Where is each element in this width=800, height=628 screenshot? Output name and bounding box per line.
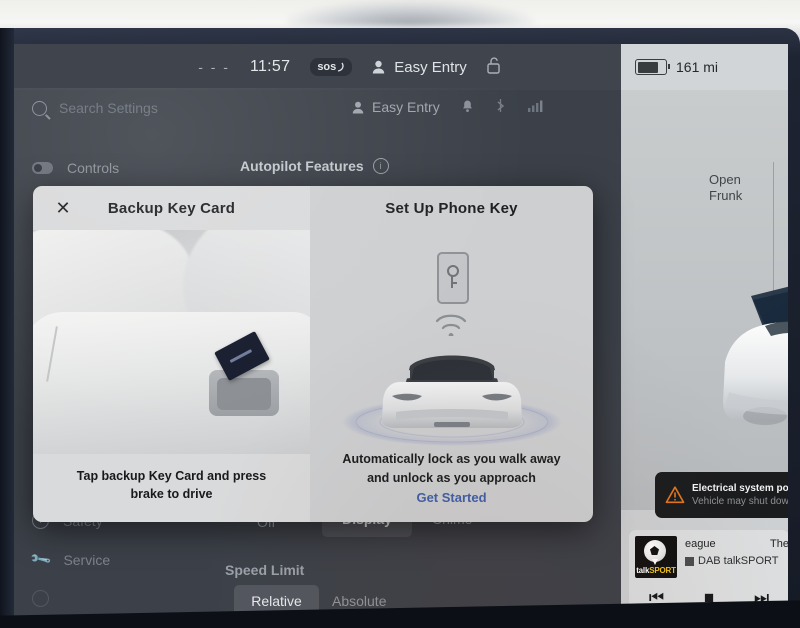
alert-title: Electrical system power	[692, 482, 788, 494]
speed-limit-label: Speed Limit	[225, 562, 305, 578]
bell-icon[interactable]	[462, 99, 473, 116]
segment-relative-label: Relative	[251, 593, 302, 609]
search-placeholder: Search Settings	[59, 100, 158, 116]
cup-holder	[209, 370, 279, 416]
lock-button[interactable]	[487, 56, 502, 78]
sos-arc-icon	[338, 62, 344, 72]
caption-line-1: Tap backup Key Card and press	[76, 468, 267, 483]
quick-profile-button[interactable]: Easy Entry	[352, 99, 440, 115]
person-icon	[352, 101, 364, 113]
battery-icon	[635, 59, 670, 75]
sidebar-item-partial[interactable]	[32, 590, 110, 607]
sidebar-item-label: Service	[63, 551, 111, 568]
reflection-blur	[285, 0, 535, 26]
unlocked-padlock-icon	[487, 56, 500, 74]
quick-profile-label: Easy Entry	[372, 99, 440, 115]
frunk-label-line2: Frunk	[709, 188, 743, 204]
caption-line-2: and unlock as you approach	[367, 470, 536, 485]
sos-button[interactable]: sos	[310, 58, 353, 76]
bluetooth-icon[interactable]	[495, 98, 506, 116]
now-playing-title: eague	[685, 538, 716, 550]
autopilot-features-header: Autopilot Features i	[240, 158, 389, 174]
warning-triangle-icon	[665, 486, 685, 504]
phone-key-caption: Automatically lock as you walk away and …	[324, 450, 579, 488]
backup-key-card-caption: Tap backup Key Card and press brake to d…	[33, 467, 310, 505]
tesla-touchscreen: - - - 11:57 sos Easy Entry Search Settin…	[12, 44, 788, 628]
logo-text-b: SPORT	[649, 566, 676, 575]
settings-sidebar-lower: ! Safety 🔧 Service	[29, 512, 111, 628]
clock: 11:57	[249, 58, 291, 75]
sidebar-item-service[interactable]: 🔧 Service	[29, 548, 111, 571]
placeholder-icon	[32, 590, 49, 607]
backup-key-card-header: ✕ Backup Key Card	[33, 186, 310, 230]
logo-pin-icon	[652, 559, 658, 565]
info-icon[interactable]: i	[372, 158, 389, 174]
caption-line-1: Automatically lock as you walk away	[342, 452, 561, 466]
dab-icon	[685, 556, 694, 566]
settings-quick-row: Easy Entry	[352, 98, 543, 116]
signal-bars-icon[interactable]	[527, 99, 543, 115]
left-bezel-edge	[0, 28, 14, 628]
status-dashes: - - -	[198, 59, 230, 75]
center-console-photo	[33, 230, 310, 454]
profile-label: Easy Entry	[394, 58, 467, 76]
close-icon[interactable]: ✕	[53, 198, 73, 218]
now-playing-title-right: The	[770, 538, 788, 550]
phone-with-key-icon	[437, 252, 469, 304]
wireless-waves-icon	[435, 314, 467, 336]
driver-profile-button[interactable]: Easy Entry	[372, 59, 467, 76]
battery-status: 161 mi	[621, 44, 788, 90]
search-icon	[32, 100, 47, 116]
wrench-icon: 🔧	[28, 547, 53, 571]
backup-key-card-pane: ✕ Backup Key Card Tap backup Key Card an…	[33, 186, 310, 522]
autopilot-features-label: Autopilot Features	[240, 158, 364, 174]
open-frunk-button[interactable]: Open Frunk	[709, 172, 742, 205]
key-glyph-icon	[447, 265, 459, 288]
battery-range-label: 161 mi	[676, 59, 719, 75]
toggle-icon	[32, 162, 53, 174]
search-settings-field[interactable]: Search Settings	[32, 100, 158, 116]
logo-text-a: talk	[636, 566, 650, 575]
tesla-3d-render	[723, 286, 788, 425]
photo-of-tesla-touchscreen: - - - 11:57 sos Easy Entry Search Settin…	[0, 0, 800, 628]
frunk-label-line1: Open	[709, 172, 741, 187]
key-setup-modal: ✕ Backup Key Card Tap backup Key Card an…	[33, 186, 593, 522]
now-playing-source: DAB talkSPORT	[698, 555, 779, 567]
set-up-phone-key-pane: Set Up Phone Key Automatically lock as y…	[310, 186, 593, 522]
talksport-logo-icon: talkSPORT	[635, 536, 677, 578]
alert-toast[interactable]: Electrical system power Vehicle may shut…	[655, 472, 788, 518]
right-side-panel: 161 mi Open Frunk Electrical system po V…	[621, 44, 788, 628]
cup-holder-well	[217, 378, 271, 410]
sidebar-item-controls[interactable]: Controls	[32, 160, 119, 176]
soccer-ball-icon	[644, 540, 666, 562]
get-started-link[interactable]: Get Started	[310, 490, 593, 505]
sidebar-item-label	[63, 591, 67, 607]
alert-subtitle: Vehicle may shut down	[692, 496, 788, 507]
caption-line-2: brake to drive	[130, 487, 213, 502]
set-up-phone-key-title: Set Up Phone Key	[385, 199, 518, 217]
backup-key-card-title: Backup Key Card	[107, 199, 236, 217]
vehicle-visualization: Open Frunk	[621, 90, 788, 510]
segment-absolute[interactable]: Absolute	[332, 593, 386, 609]
tesla-front-view	[342, 355, 562, 446]
controls-label: Controls	[67, 160, 120, 176]
set-up-phone-key-header: Set Up Phone Key	[310, 186, 593, 230]
person-icon	[373, 60, 385, 74]
sos-label: sos	[317, 61, 337, 73]
